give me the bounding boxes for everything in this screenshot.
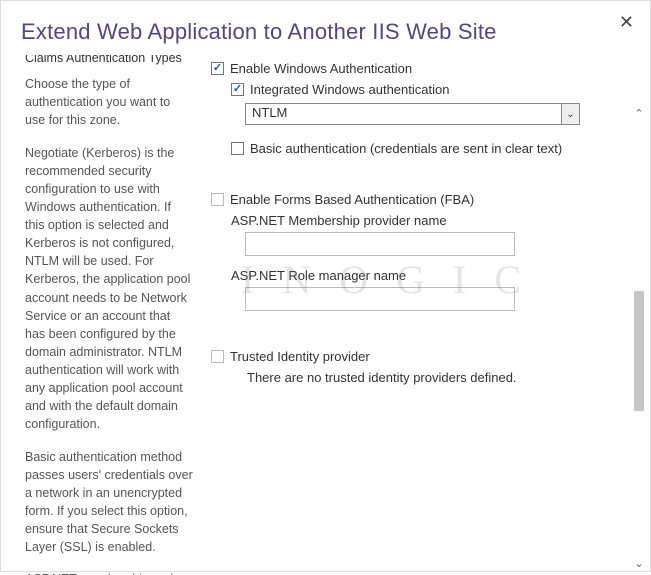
enable-fba-label: Enable Forms Based Authentication (FBA) [230,192,474,207]
help-text: Negotiate (Kerberos) is the recommended … [25,144,193,434]
basic-auth-label: Basic authentication (credentials are se… [250,141,562,156]
scroll-up-icon[interactable]: ⌃ [631,105,647,121]
help-text: Choose the type of authentication you wa… [25,75,193,129]
integrated-auth-checkbox[interactable] [231,83,244,96]
vertical-scrollbar[interactable]: ⌃ ⌄ [630,105,648,571]
chevron-down-icon[interactable]: ⌄ [561,104,579,124]
membership-provider-label: ASP.NET Membership provider name [231,213,628,228]
enable-fba-checkbox[interactable] [211,193,224,206]
help-text: Basic authentication method passes users… [25,448,193,557]
membership-provider-input[interactable] [245,232,515,256]
enable-fba-row: Enable Forms Based Authentication (FBA) [211,192,628,207]
auth-method-value: NTLM [245,103,580,125]
form-pane: Enable Windows Authentication Integrated… [201,55,650,575]
dialog-body: Claims Authentication Types Choose the t… [1,55,650,575]
integrated-auth-label: Integrated Windows authentication [250,82,449,97]
role-manager-label: ASP.NET Role manager name [231,268,628,283]
help-pane: Claims Authentication Types Choose the t… [1,55,201,575]
close-icon[interactable]: ✕ [615,9,638,35]
auth-method-select[interactable]: NTLM ⌄ [245,103,580,125]
enable-windows-auth-row: Enable Windows Authentication [211,61,628,76]
trusted-provider-label: Trusted Identity provider [230,349,370,364]
role-manager-input[interactable] [245,287,515,311]
help-text: ASP.NET membership and role provider are… [25,570,193,575]
trusted-provider-checkbox[interactable] [211,350,224,363]
dialog-title: Extend Web Application to Another IIS We… [21,19,630,45]
scroll-down-icon[interactable]: ⌄ [631,555,647,571]
trusted-provider-message: There are no trusted identity providers … [247,370,628,385]
dialog-header: Extend Web Application to Another IIS We… [1,1,650,55]
enable-windows-auth-checkbox[interactable] [211,62,224,75]
help-section-title: Claims Authentication Types [25,55,193,67]
basic-auth-row: Basic authentication (credentials are se… [231,141,628,156]
scroll-thumb[interactable] [634,291,644,411]
trusted-provider-row: Trusted Identity provider [211,349,628,364]
integrated-auth-row: Integrated Windows authentication [231,82,628,97]
scroll-track[interactable] [631,121,647,555]
basic-auth-checkbox[interactable] [231,142,244,155]
enable-windows-auth-label: Enable Windows Authentication [230,61,412,76]
